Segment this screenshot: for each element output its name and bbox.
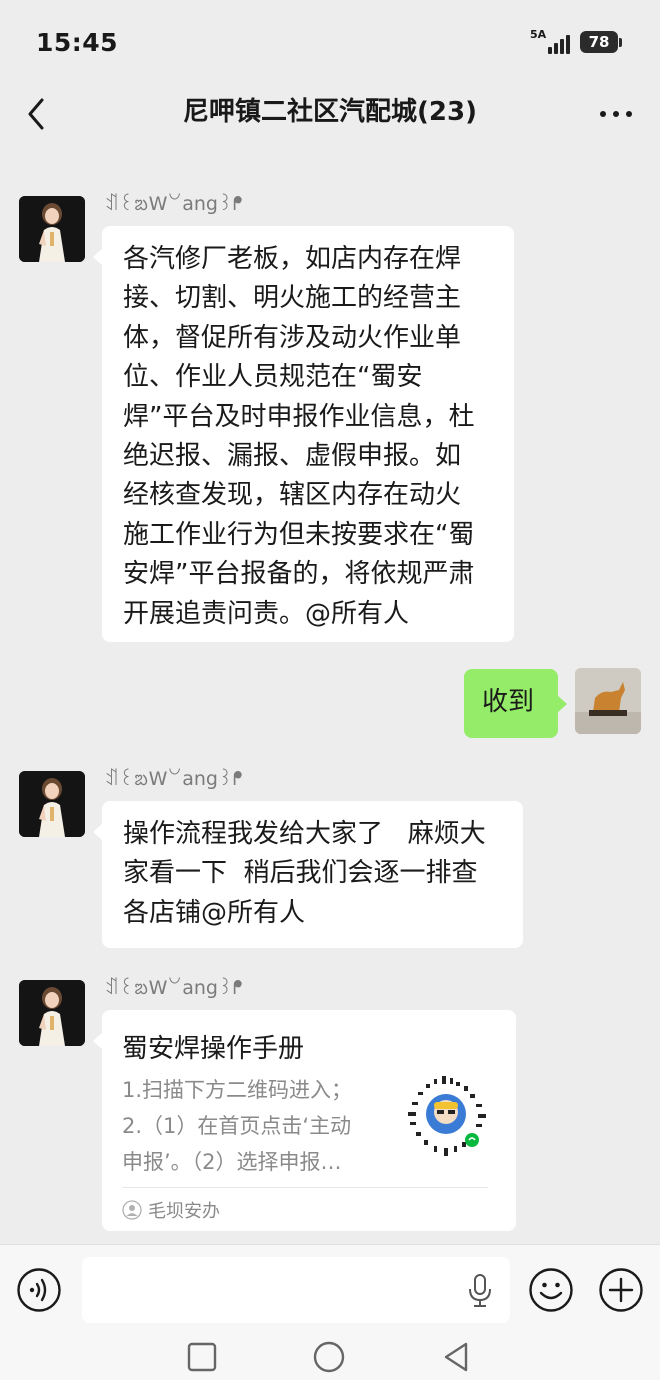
emoji-button[interactable] [528, 1267, 574, 1313]
sender-avatar[interactable] [19, 771, 85, 837]
input-bar [0, 1244, 660, 1332]
plus-button[interactable] [598, 1267, 644, 1313]
message-line: 各店铺@所有人 [123, 897, 306, 928]
message-bubble[interactable]: 各汽修厂老板，如店内存在焊 接、切割、明火施工的经营主 体，督促所有涉及动火作业… [93, 226, 514, 642]
mic-button[interactable] [466, 1273, 494, 1309]
voice-button[interactable] [16, 1267, 62, 1313]
message-line: 接、切割、明火施工的经营主 [123, 283, 462, 314]
card-description: 1.扫描下方二维码进入； 2.（1）在首页点击‘主动 申报’。（2）选择申报… [122, 1072, 384, 1180]
card-desc-line: 申报’。（2）选择申报… [122, 1150, 342, 1174]
message-line: 开展追责问责。@所有人 [123, 598, 410, 629]
status-time: 15:45 [36, 28, 119, 57]
microphone-icon [469, 1274, 491, 1307]
card-source: 毛坝安办 [122, 1197, 220, 1223]
message-line: 位、作业人员规范在“蜀安 [123, 362, 423, 393]
emoji-icon [529, 1268, 573, 1312]
sender-name: ꀊ꒰ᨰW꒡ang꒱ᖰ [104, 768, 243, 790]
card-source-name: 毛坝安办 [148, 1201, 220, 1222]
more-dots-icon [600, 111, 632, 117]
message-bubble[interactable]: 操作流程我发给大家了 麻烦大 家看一下 稍后我们会逐一排查 各店铺@所有人 [93, 801, 523, 948]
message-line: 家看一下 稍后我们会逐一排查 [123, 858, 478, 889]
sender-avatar[interactable] [19, 980, 85, 1046]
user-icon [122, 1200, 142, 1220]
chat-title: 尼呷镇二社区汽配城(23) [183, 97, 477, 127]
sender-name: ꀊ꒰ᨰW꒡ang꒱ᖰ [104, 977, 243, 999]
message-input[interactable] [82, 1257, 510, 1323]
signal-icon: 5A [530, 28, 570, 54]
voice-icon [17, 1268, 61, 1312]
message-line: 各汽修厂老板，如店内存在焊 [123, 244, 462, 274]
my-message-bubble[interactable]: 收到 [464, 669, 567, 738]
card-title: 蜀安焊操作手册 [122, 1034, 305, 1064]
system-nav-bar [0, 1332, 660, 1380]
plus-icon [599, 1268, 643, 1312]
chat-header: 尼呷镇二社区汽配城(23) [0, 86, 660, 146]
message-line: 焊”平台及时申报作业信息，杜 [123, 401, 475, 432]
message-line: 安焊”平台报备的，将依规严肃 [123, 559, 475, 590]
sender-avatar[interactable] [19, 196, 85, 262]
recent-apps-button[interactable] [185, 1340, 219, 1374]
more-button[interactable] [596, 94, 636, 134]
message-text: 收到 [482, 687, 535, 717]
square-icon [187, 1342, 217, 1372]
card-desc-line: 1.扫描下方二维码进入； [122, 1078, 353, 1102]
battery-level: 78 [580, 31, 618, 53]
my-avatar[interactable] [575, 668, 641, 734]
sender-name: ꀊ꒰ᨰW꒡ang꒱ᖰ [104, 193, 243, 215]
battery-icon: 78 [580, 31, 622, 53]
home-button[interactable] [312, 1340, 346, 1374]
message-line: 经核查发现，辖区内存在动火 [123, 480, 462, 511]
message-line: 绝迟报、漏报、虚假申报。如 [123, 441, 462, 472]
system-back-button[interactable] [440, 1340, 474, 1374]
message-line: 体，督促所有涉及动火作业单 [123, 322, 462, 353]
card-desc-line: 2.（1）在首页点击‘主动 [122, 1114, 352, 1138]
network-type: 5A [530, 28, 547, 41]
circle-icon [313, 1341, 345, 1373]
triangle-back-icon [444, 1342, 468, 1372]
card-divider [122, 1187, 488, 1188]
status-indicators: 5A 78 [530, 28, 622, 54]
qr-code-icon [404, 1074, 488, 1158]
status-bar: 15:45 5A 78 [0, 0, 660, 86]
message-line: 施工作业行为但未按要求在“蜀 [123, 519, 475, 550]
message-line: 操作流程我发给大家了 麻烦大 [123, 819, 486, 849]
